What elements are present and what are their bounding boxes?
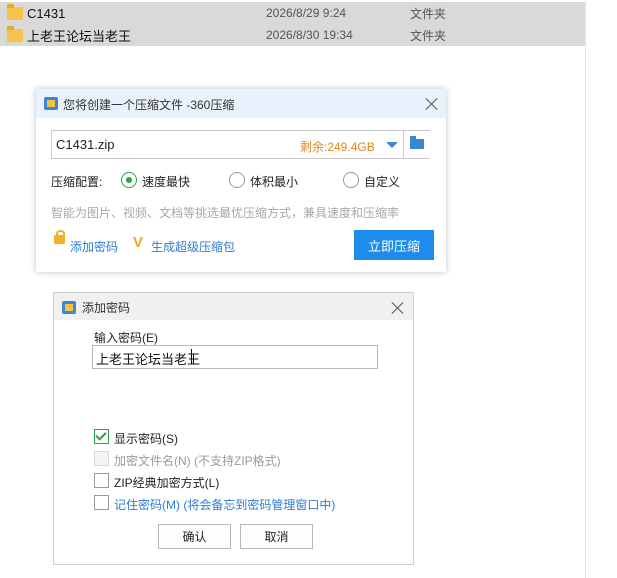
- radio-fastest-label[interactable]: 速度最快: [142, 173, 190, 190]
- show-password-checkbox[interactable]: [94, 429, 109, 444]
- zip-classic-label[interactable]: ZIP经典加密方式(L): [114, 474, 219, 491]
- archive-path-value: C1431.zip: [56, 137, 115, 152]
- file-row[interactable]: C1431 2026/8/29 9:24 文件夹: [0, 2, 585, 24]
- compress-dialog: 您将创建一个压缩文件 -360压缩 C1431.zip 剩余:249.4GB 压…: [36, 89, 446, 272]
- chevron-down-icon[interactable]: [386, 142, 398, 148]
- app-icon: [44, 97, 58, 110]
- folder-icon: [410, 136, 424, 149]
- cancel-button[interactable]: 取消: [240, 524, 313, 549]
- radio-fastest[interactable]: [121, 172, 137, 188]
- compress-hint: 智能为图片、视频、文档等挑选最优压缩方式，兼具速度和压缩率: [51, 206, 400, 220]
- folder-icon: [7, 25, 23, 42]
- password-input-label: 输入密码(E): [94, 331, 158, 345]
- window-edge: [585, 0, 586, 578]
- file-name: C1431: [27, 5, 66, 21]
- compress-dialog-title: 您将创建一个压缩文件 -360压缩: [63, 98, 235, 112]
- zip-classic-checkbox[interactable]: [94, 473, 109, 488]
- radio-smallest[interactable]: [229, 172, 245, 188]
- compress-now-button[interactable]: 立即压缩: [354, 230, 434, 260]
- file-type: 文件夹: [410, 6, 447, 21]
- password-dialog: 添加密码 输入密码(E) 上老王论坛当老王 显示密码(S) 加密文件名(N) (…: [53, 292, 414, 565]
- compress-config-label: 压缩配置:: [51, 175, 103, 189]
- radio-smallest-label[interactable]: 体积最小: [250, 173, 298, 190]
- file-date: 2026/8/29 9:24: [266, 6, 347, 20]
- text-caret: [191, 349, 192, 364]
- browse-folder-button[interactable]: [403, 131, 430, 158]
- file-name: 上老王论坛当老王: [27, 28, 132, 44]
- close-icon[interactable]: [425, 97, 438, 110]
- encrypt-filenames-checkbox: [94, 451, 109, 466]
- password-dialog-titlebar[interactable]: 添加密码: [54, 293, 413, 320]
- lock-icon: [54, 230, 65, 244]
- free-space-label: 剩余:249.4GB: [300, 140, 375, 154]
- confirm-button[interactable]: 确认: [158, 524, 231, 549]
- compress-dialog-titlebar[interactable]: 您将创建一个压缩文件 -360压缩: [36, 89, 446, 118]
- password-dialog-title: 添加密码: [82, 301, 131, 315]
- close-icon[interactable]: [391, 301, 404, 314]
- remember-password-checkbox[interactable]: [94, 495, 109, 510]
- file-row[interactable]: 上老王论坛当老王 2026/8/30 19:34 文件夹: [0, 24, 585, 46]
- remember-password-label[interactable]: 记住密码(M) (将会备忘到密码管理窗口中): [114, 496, 335, 513]
- super-package-link[interactable]: 生成超级压缩包: [151, 238, 235, 255]
- app-icon: [62, 301, 76, 314]
- folder-icon: [7, 3, 23, 20]
- add-password-link[interactable]: 添加密码: [70, 238, 118, 255]
- encrypt-filenames-label: 加密文件名(N) (不支持ZIP格式): [114, 454, 281, 468]
- password-value: 上老王论坛当老王: [96, 352, 201, 367]
- archive-path-input[interactable]: C1431.zip 剩余:249.4GB: [51, 130, 430, 159]
- password-input[interactable]: 上老王论坛当老王: [92, 345, 378, 369]
- radio-custom-label[interactable]: 自定义: [364, 173, 400, 190]
- file-list: C1431 2026/8/29 9:24 文件夹 上老王论坛当老王 2026/8…: [0, 0, 585, 48]
- show-password-label[interactable]: 显示密码(S): [114, 430, 178, 447]
- file-type: 文件夹: [410, 28, 447, 43]
- v-badge-icon: V: [133, 234, 144, 251]
- radio-custom[interactable]: [343, 172, 359, 188]
- file-date: 2026/8/30 19:34: [266, 28, 353, 42]
